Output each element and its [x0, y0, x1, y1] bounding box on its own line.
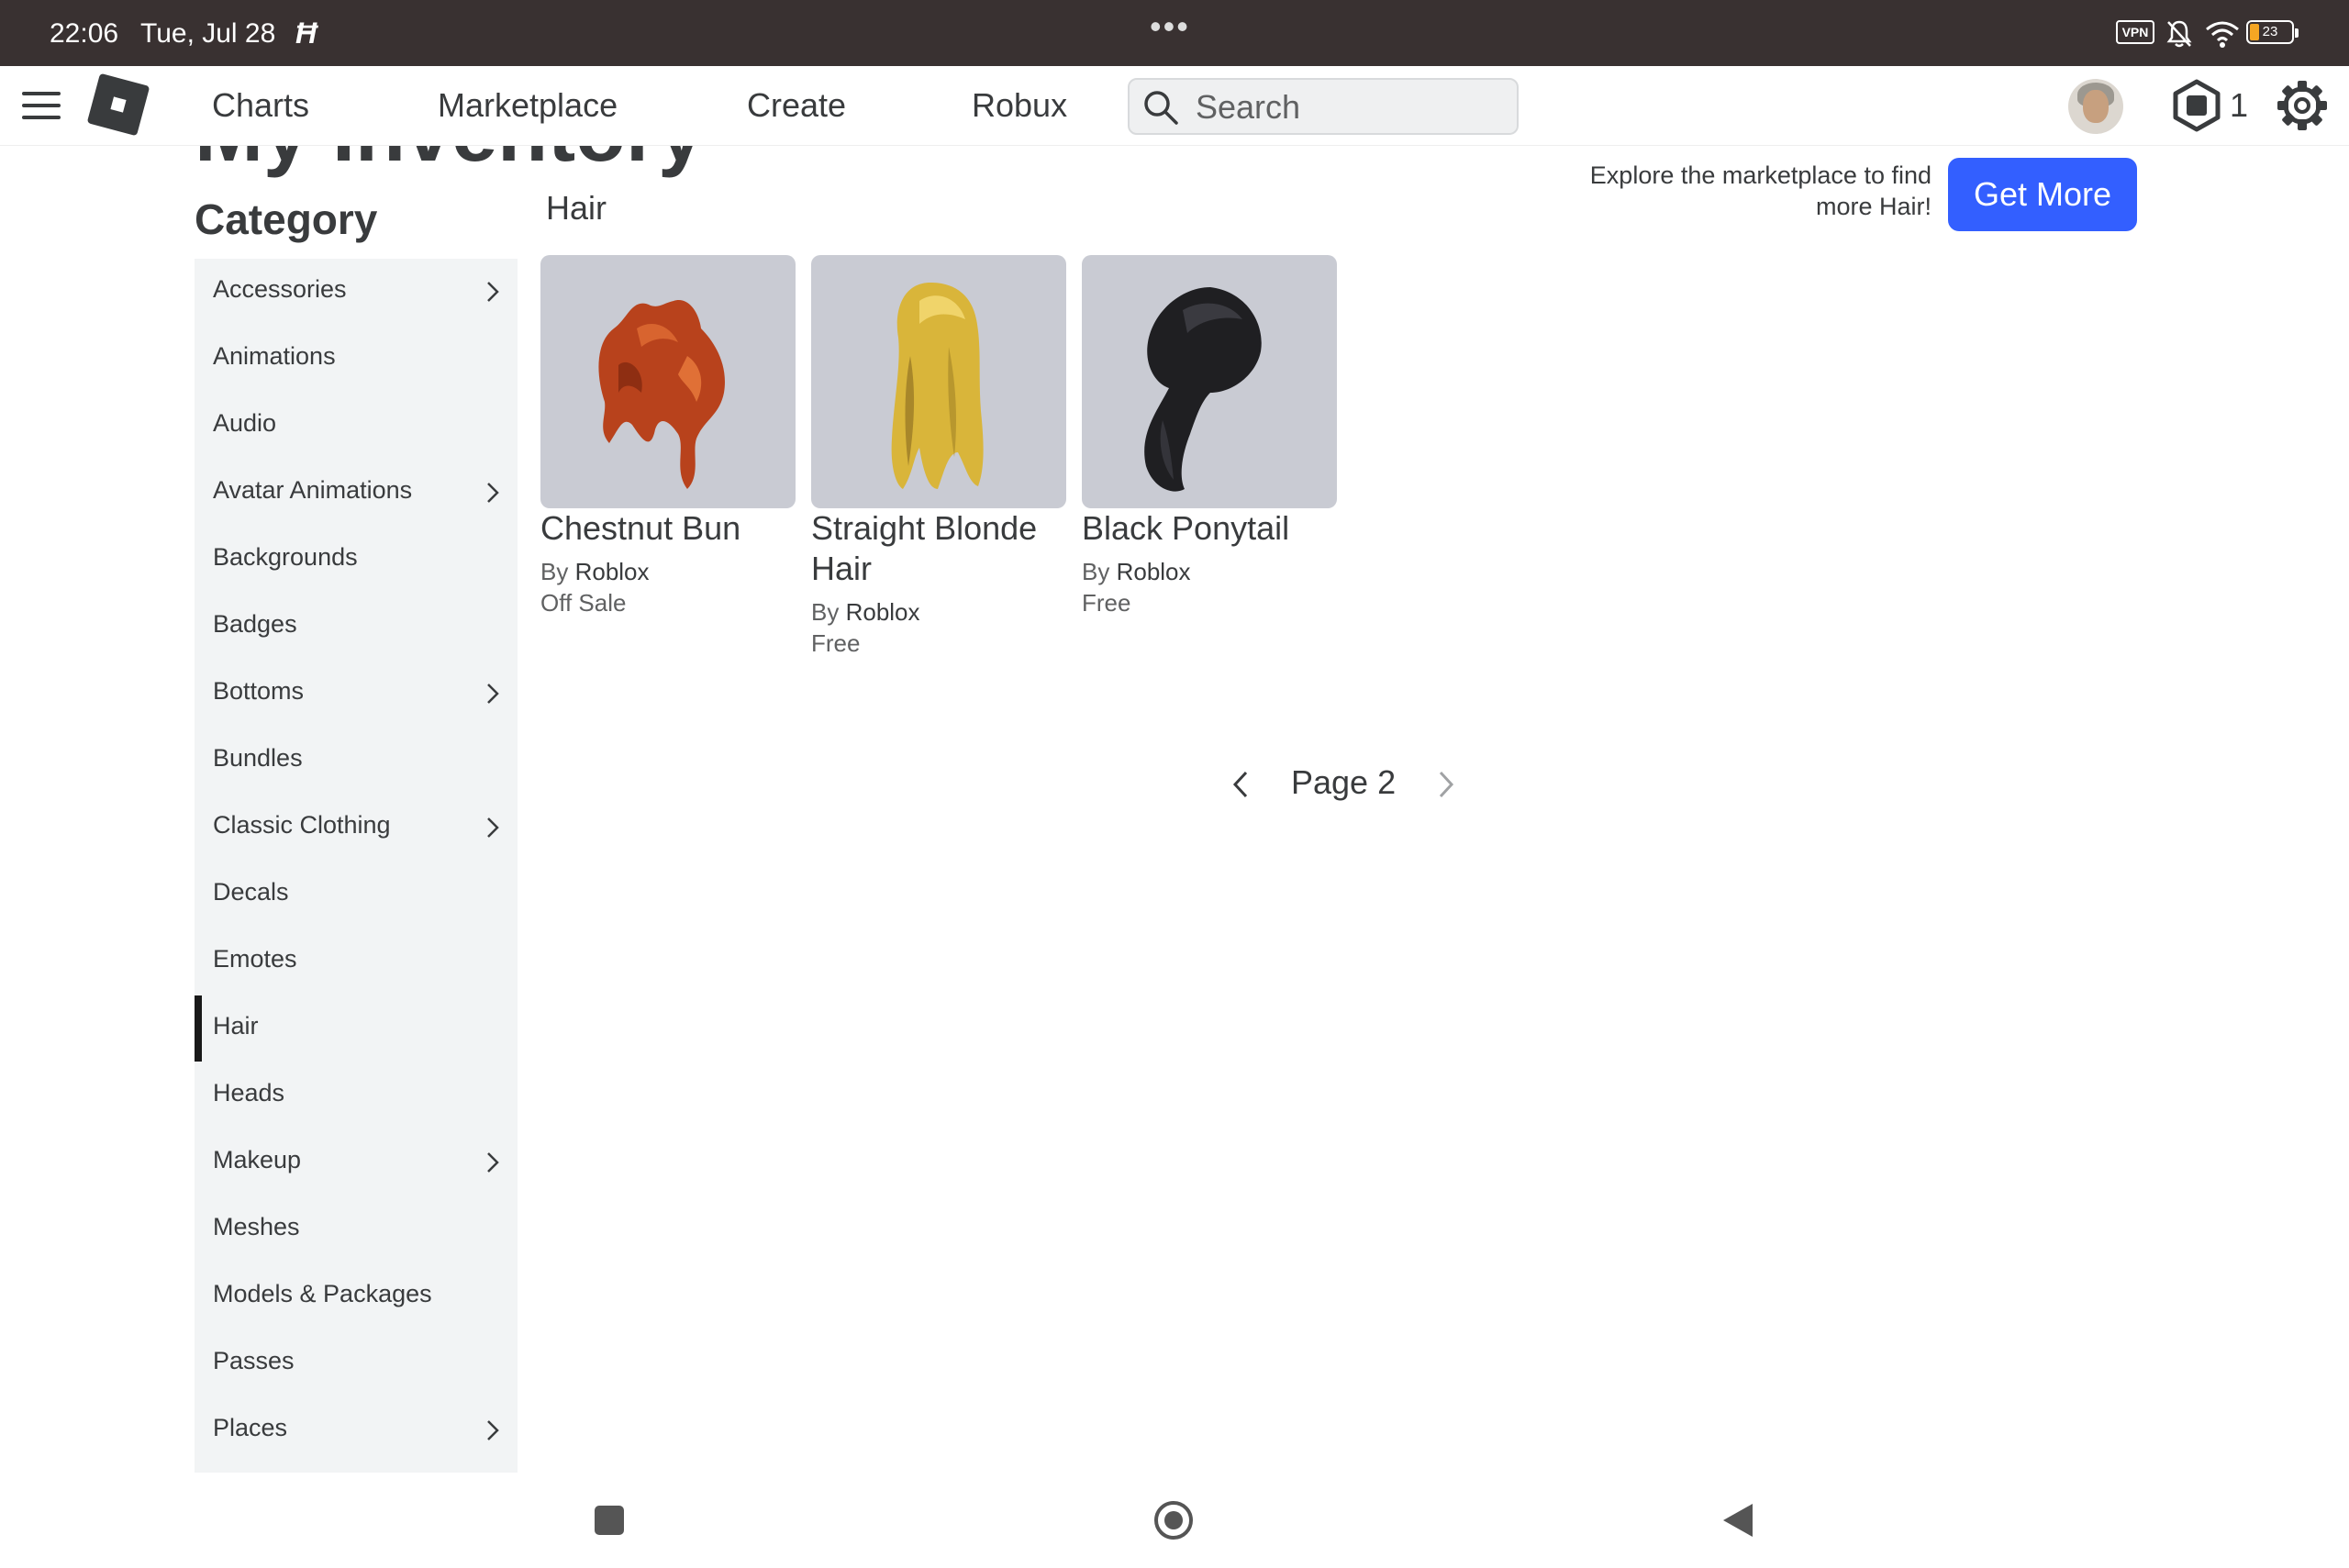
chestnut-bun-image	[598, 300, 725, 489]
item-creator: By Roblox	[811, 596, 1066, 628]
chevron-right-icon	[487, 817, 499, 838]
battery-icon: 23	[2246, 20, 2299, 44]
item-name[interactable]: Straight Blonde Hair	[811, 508, 1066, 589]
status-time: 22:06	[50, 18, 119, 49]
back-button[interactable]	[1723, 1504, 1753, 1537]
sidebar-item-classic-clothing[interactable]: Classic Clothing	[195, 795, 518, 862]
sidebar-item-backgrounds[interactable]: Backgrounds	[195, 527, 518, 594]
nav-charts[interactable]: Charts	[212, 86, 309, 125]
chevron-right-icon	[487, 282, 499, 302]
sidebar-item-hair[interactable]: Hair	[195, 995, 518, 1062]
item-thumbnail[interactable]	[540, 255, 796, 508]
chevron-right-icon	[487, 684, 499, 704]
by-label: By	[811, 598, 840, 626]
sidebar-item-label: Emotes	[213, 945, 297, 973]
item-price: Free	[1082, 589, 1131, 617]
nav-create[interactable]: Create	[747, 86, 846, 125]
chevron-right-icon	[487, 1152, 499, 1173]
gear-icon[interactable]	[2276, 79, 2329, 132]
sidebar-item-label: Audio	[213, 409, 277, 437]
sidebar-item-label: Avatar Animations	[213, 476, 413, 504]
sidebar-item-emotes[interactable]: Emotes	[195, 929, 518, 995]
bell-muted-icon	[2166, 20, 2192, 48]
sidebar-item-meshes[interactable]: Meshes	[195, 1196, 518, 1263]
item-name[interactable]: Black Ponytail	[1082, 508, 1337, 549]
avatar[interactable]	[2068, 79, 2123, 134]
straight-blonde-hair-image	[891, 283, 984, 489]
creator-link[interactable]: Roblox	[1117, 558, 1191, 585]
sidebar-item-decals[interactable]: Decals	[195, 862, 518, 929]
sidebar-item-label: Heads	[213, 1079, 285, 1106]
by-label: By	[540, 558, 569, 585]
sidebar-item-label: Passes	[213, 1347, 295, 1374]
sidebar-item-badges[interactable]: Badges	[195, 594, 518, 661]
chevron-right-icon	[487, 1420, 499, 1440]
sidebar-item-accessories[interactable]: Accessories	[195, 259, 518, 326]
robux-icon[interactable]	[2171, 79, 2222, 132]
sidebar-item-label: Decals	[213, 878, 289, 906]
item-name[interactable]: Chestnut Bun	[540, 508, 796, 549]
sidebar-item-bundles[interactable]: Bundles	[195, 728, 518, 795]
item-creator: By Roblox	[1082, 556, 1337, 587]
sidebar-item-heads[interactable]: Heads	[195, 1062, 518, 1129]
roblox-logo[interactable]	[86, 72, 150, 137]
sidebar-item-label: Animations	[213, 342, 336, 370]
android-status-bar: 22:06 Tue, Jul 28 Ħ ••• VPN 23	[0, 0, 2349, 66]
sidebar-item-audio[interactable]: Audio	[195, 393, 518, 460]
sidebar-item-label: Bundles	[213, 744, 303, 772]
nav-robux[interactable]: Robux	[972, 86, 1067, 125]
more-dots-icon: •••	[1150, 7, 1190, 45]
item-thumbnail[interactable]	[1082, 255, 1337, 508]
menu-icon[interactable]	[22, 92, 61, 121]
sidebar-item-label: Models & Packages	[213, 1280, 432, 1307]
battery-level: 23	[2262, 24, 2278, 39]
top-navigation: Charts Marketplace Create Robux 1	[0, 66, 2349, 146]
status-date: Tue, Jul 28	[140, 18, 276, 49]
sidebar-item-label: Places	[213, 1414, 288, 1441]
sidebar-item-label: Hair	[213, 1012, 259, 1040]
sidebar-item-places[interactable]: Places	[195, 1397, 518, 1464]
nav-marketplace[interactable]: Marketplace	[438, 86, 618, 125]
sidebar-item-label: Makeup	[213, 1146, 302, 1173]
home-button[interactable]	[1154, 1501, 1193, 1540]
sidebar-item-models-packages[interactable]: Models & Packages	[195, 1263, 518, 1330]
black-ponytail-image	[1144, 287, 1262, 492]
creator-link[interactable]: Roblox	[575, 558, 650, 585]
search-icon	[1144, 91, 1178, 125]
get-more-button[interactable]: Get More	[1948, 158, 2137, 231]
by-label: By	[1082, 558, 1110, 585]
promo-text: Explore the marketplace to find more Hai…	[1589, 161, 1932, 220]
sidebar-item-label: Meshes	[213, 1213, 300, 1240]
sidebar-item-animations[interactable]: Animations	[195, 326, 518, 393]
item-price: Off Sale	[540, 589, 627, 617]
robux-balance[interactable]: 1	[2230, 86, 2248, 125]
sidebar-item-label: Backgrounds	[213, 543, 358, 571]
recents-button[interactable]	[595, 1506, 624, 1535]
sidebar-item-label: Bottoms	[213, 677, 305, 705]
search-box[interactable]	[1128, 78, 1519, 135]
creator-link[interactable]: Roblox	[846, 598, 920, 626]
sidebar-item-makeup[interactable]: Makeup	[195, 1129, 518, 1196]
item-creator: By Roblox	[540, 556, 796, 587]
chevron-left-icon[interactable]	[1228, 769, 1253, 800]
sidebar-item-avatar-animations[interactable]: Avatar Animations	[195, 460, 518, 527]
sidebar-item-label: Badges	[213, 610, 297, 638]
search-input[interactable]	[1196, 89, 1498, 126]
sidebar-item-passes[interactable]: Passes	[195, 1330, 518, 1397]
app-notification-icon: Ħ	[295, 17, 317, 50]
vpn-icon: VPN	[2116, 20, 2154, 44]
sidebar-item-bottoms[interactable]: Bottoms	[195, 661, 518, 728]
sidebar-item-label: Classic Clothing	[213, 811, 391, 839]
item-thumbnail[interactable]	[811, 255, 1066, 508]
chevron-right-icon[interactable]	[1433, 769, 1459, 800]
section-title: Hair	[546, 189, 607, 227]
category-heading: Category	[195, 195, 378, 243]
page-indicator: Page 2	[1291, 763, 1397, 801]
sidebar-item-label: Accessories	[213, 275, 347, 303]
android-nav-bar	[0, 1473, 2349, 1568]
category-sidebar: Accessories Animations Audio Avatar Anim…	[195, 259, 518, 1473]
item-price: Free	[811, 629, 861, 657]
chevron-right-icon	[487, 483, 499, 503]
wifi-icon	[2206, 21, 2239, 48]
